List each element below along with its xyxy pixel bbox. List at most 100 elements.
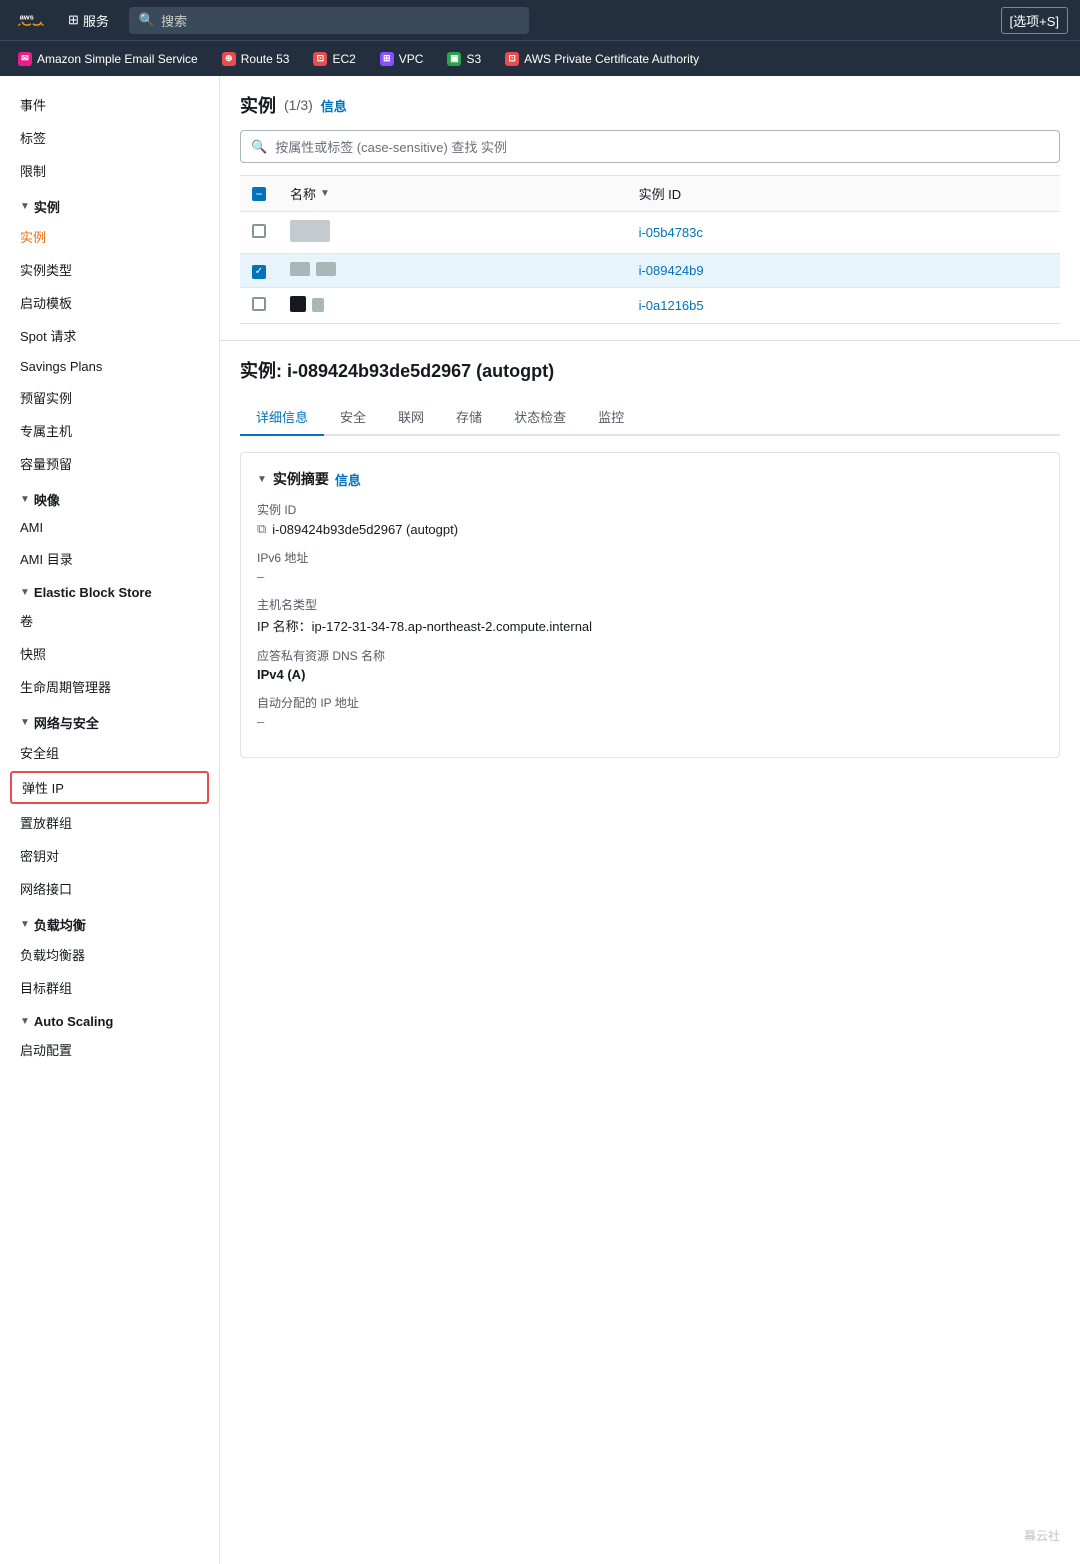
sidebar-item-events[interactable]: 事件 [0, 88, 219, 121]
sort-icon: ▼ [320, 188, 330, 199]
sidebar-section-images[interactable]: ▼ 映像 [0, 480, 219, 513]
row2-id-cell: i-089424b9 [627, 254, 1060, 288]
panel-title: 实例 (1/3) 信息 [240, 92, 1060, 118]
tab-status-checks[interactable]: 状态检查 [498, 399, 582, 436]
sidebar-item-spot-requests[interactable]: Spot 请求 [0, 319, 219, 352]
summary-info-link[interactable]: 信息 [335, 470, 361, 489]
sidebar-item-instance-types[interactable]: 实例类型 [0, 253, 219, 286]
row1-checkbox[interactable] [252, 224, 266, 238]
sidebar-item-ami[interactable]: AMI [0, 513, 219, 542]
sidebar-item-volumes[interactable]: 卷 [0, 604, 219, 637]
tab-ses[interactable]: ✉ Amazon Simple Email Service [8, 48, 208, 70]
instance-id-value: ⧉ i-089424b93de5d2967 (autogpt) [257, 521, 1043, 537]
tab-vpc[interactable]: ⊞ VPC [370, 48, 434, 70]
sidebar: 事件 标签 限制 ▼ 实例 实例 实例类型 启动模板 Spot 请求 Savin… [0, 76, 220, 1564]
field-instance-id: 实例 ID ⧉ i-089424b93de5d2967 (autogpt) [257, 501, 1043, 537]
instance-id-link-3[interactable]: i-0a1216b5 [639, 298, 704, 313]
tab-storage[interactable]: 存储 [440, 399, 498, 436]
acm-icon: ⊡ [505, 52, 519, 66]
services-button[interactable]: ⊞ 服务 [60, 7, 117, 34]
tab-route53[interactable]: ⊕ Route 53 [212, 48, 300, 70]
instance-id-column-header[interactable]: 实例 ID [627, 176, 1060, 212]
instances-info-link[interactable]: 信息 [321, 96, 347, 115]
sidebar-item-savings-plans[interactable]: Savings Plans [0, 352, 219, 381]
tab-acm[interactable]: ⊡ AWS Private Certificate Authority [495, 48, 709, 70]
instance-thumbnail [290, 220, 330, 242]
sidebar-item-limits[interactable]: 限制 [0, 154, 219, 187]
detail-tabs: 详细信息 安全 联网 存储 状态检查 监控 [240, 399, 1060, 436]
table-row[interactable]: i-0a1216b5 [240, 288, 1060, 324]
sidebar-item-ami-catalog[interactable]: AMI 目录 [0, 542, 219, 575]
sidebar-section-loadbalancing[interactable]: ▼ 负载均衡 [0, 905, 219, 938]
tab-networking[interactable]: 联网 [382, 399, 440, 436]
instance-thumbnail-sm [290, 262, 310, 276]
grid-icon: ⊞ [68, 12, 79, 28]
services-label: 服务 [83, 11, 109, 30]
sidebar-section-autoscaling[interactable]: ▼ Auto Scaling [0, 1004, 219, 1033]
detail-title: 实例: i-089424b93de5d2967 (autogpt) [240, 357, 1060, 383]
hostname-value: IP 名称：ip-172-31-34-78.ap-northeast-2.com… [257, 616, 1043, 635]
ipv6-value: – [257, 569, 1043, 584]
field-ipv6: IPv6 地址 – [257, 549, 1043, 584]
sidebar-item-launch-configs[interactable]: 启动配置 [0, 1033, 219, 1066]
s3-icon: ▣ [447, 52, 461, 66]
row2-name-cell [278, 254, 627, 288]
instance-thumbnail-black [290, 296, 306, 312]
svg-text:aws: aws [20, 12, 34, 21]
tab-ec2[interactable]: ⊡ EC2 [303, 48, 365, 70]
sidebar-item-snapshots[interactable]: 快照 [0, 637, 219, 670]
sidebar-item-lifecycle-manager[interactable]: 生命周期管理器 [0, 670, 219, 703]
search-bar[interactable]: 🔍 搜索 [129, 7, 529, 34]
tab-security[interactable]: 安全 [324, 399, 382, 436]
triangle-icon-summary: ▼ [257, 474, 267, 485]
sidebar-item-capacity-reservations[interactable]: 容量预留 [0, 447, 219, 480]
instances-search[interactable]: 🔍 按属性或标签 (case-sensitive) 查找 实例 [240, 130, 1060, 163]
sidebar-item-security-groups[interactable]: 安全组 [0, 736, 219, 769]
instances-table: 名称 ▼ 实例 ID [240, 175, 1060, 324]
main-layout: 事件 标签 限制 ▼ 实例 实例 实例类型 启动模板 Spot 请求 Savin… [0, 76, 1080, 1564]
table-row[interactable]: i-089424b9 [240, 254, 1060, 288]
instance-list-panel: 实例 (1/3) 信息 🔍 按属性或标签 (case-sensitive) 查找… [220, 76, 1080, 341]
sidebar-item-key-pairs[interactable]: 密钥对 [0, 839, 219, 872]
sidebar-item-tags[interactable]: 标签 [0, 121, 219, 154]
sidebar-section-instances[interactable]: ▼ 实例 [0, 187, 219, 220]
sidebar-item-instances[interactable]: 实例 [0, 220, 219, 253]
detail-panel: 实例: i-089424b93de5d2967 (autogpt) 详细信息 安… [220, 341, 1080, 774]
sidebar-item-placement-groups[interactable]: 置放群组 [0, 806, 219, 839]
instance-thumbnail-gray [312, 298, 324, 312]
sidebar-item-load-balancers[interactable]: 负载均衡器 [0, 938, 219, 971]
copy-icon[interactable]: ⧉ [257, 521, 266, 537]
select-all-checkbox[interactable] [252, 187, 266, 201]
name-column-header[interactable]: 名称 ▼ [278, 176, 627, 212]
search-icon: 🔍 [251, 139, 267, 155]
search-placeholder-text: 按属性或标签 (case-sensitive) 查找 实例 [275, 137, 507, 156]
row3-id-cell: i-0a1216b5 [627, 288, 1060, 324]
triangle-icon-asg: ▼ [20, 1016, 30, 1027]
triangle-icon-network: ▼ [20, 717, 30, 728]
sidebar-item-reserved-instances[interactable]: 预留实例 [0, 381, 219, 414]
instance-id-link[interactable]: i-05b4783c [639, 225, 703, 240]
content-area: 实例 (1/3) 信息 🔍 按属性或标签 (case-sensitive) 查找… [220, 76, 1080, 1564]
row1-name-cell [278, 212, 627, 254]
row3-checkbox[interactable] [252, 297, 266, 311]
tab-monitoring[interactable]: 监控 [582, 399, 640, 436]
sidebar-item-target-groups[interactable]: 目标群组 [0, 971, 219, 1004]
route53-icon: ⊕ [222, 52, 236, 66]
aws-logo[interactable]: aws [12, 9, 48, 31]
tab-s3[interactable]: ▣ S3 [437, 48, 491, 70]
tab-details[interactable]: 详细信息 [240, 399, 324, 436]
sidebar-item-network-interfaces[interactable]: 网络接口 [0, 872, 219, 905]
sidebar-section-ebs[interactable]: ▼ Elastic Block Store [0, 575, 219, 604]
triangle-icon-lb: ▼ [20, 919, 30, 930]
triangle-icon-ebs: ▼ [20, 587, 30, 598]
select-all-header[interactable] [240, 176, 278, 212]
table-row[interactable]: i-05b4783c [240, 212, 1060, 254]
options-button[interactable]: [选项+S] [1001, 7, 1069, 34]
watermark: 幕云社 [1024, 1527, 1060, 1544]
row2-checkbox[interactable] [252, 265, 266, 279]
sidebar-item-elastic-ip[interactable]: 弹性 IP ↗ [10, 771, 209, 804]
instance-id-link-2[interactable]: i-089424b9 [639, 263, 704, 278]
sidebar-item-launch-templates[interactable]: 启动模板 [0, 286, 219, 319]
sidebar-section-network[interactable]: ▼ 网络与安全 [0, 703, 219, 736]
sidebar-item-dedicated-hosts[interactable]: 专属主机 [0, 414, 219, 447]
